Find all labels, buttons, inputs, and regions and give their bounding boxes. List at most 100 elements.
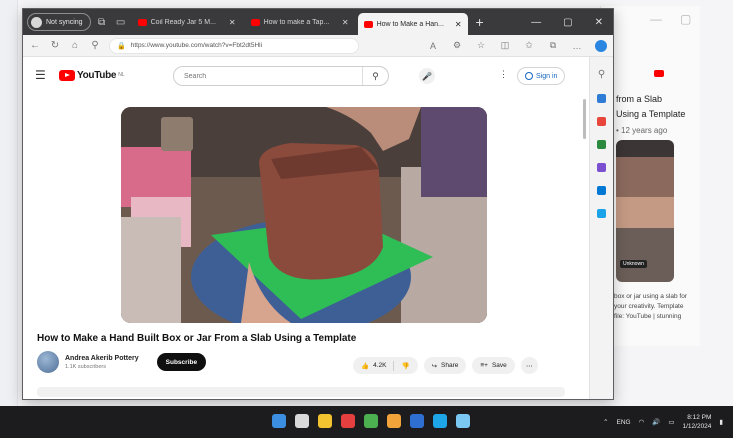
subscribe-button[interactable]: Subscribe (156, 353, 207, 371)
youtube-favicon-icon (363, 20, 373, 28)
search-input[interactable] (174, 72, 362, 80)
description-box[interactable] (37, 387, 565, 397)
sidebar-app-icon-1[interactable] (597, 94, 606, 103)
clock[interactable]: 8:12 PM 1/12/2024 (683, 413, 712, 431)
window-controls: — ▢ ✕ (531, 17, 613, 28)
page-scrollbar[interactable] (583, 99, 586, 139)
thumbnail-tag: Unknown (620, 260, 647, 268)
background-window-controls[interactable]: — ▢ (650, 12, 691, 26)
tab-bar: Not syncing ⧉ ▭ Coil Ready Jar 5 M... ✕ … (23, 9, 613, 35)
video-actions: 👍 4.2K 👎 ↪ Share ≡+ Save ⋯ (353, 357, 538, 374)
sidebar-app-icon-3[interactable] (597, 140, 606, 149)
extensions-icon[interactable]: ⚙ (451, 40, 463, 51)
close-tab-icon[interactable]: ✕ (229, 18, 236, 27)
close-tab-icon[interactable]: ✕ (455, 20, 462, 29)
sidebar-app-icon-6[interactable] (597, 209, 606, 218)
collections-icon[interactable]: ⧉ (547, 40, 559, 51)
share-arrow-icon: ↪ (431, 362, 438, 370)
clock-time: 8:12 PM (687, 414, 712, 421)
video-frame (121, 107, 487, 323)
taskbar-app-icon-3[interactable] (341, 414, 355, 428)
tab-title: How to make a Tap... (263, 18, 330, 26)
tab-title: Coil Ready Jar 5 M... (150, 18, 216, 26)
profile-label: Not syncing (46, 18, 83, 26)
profile-button[interactable]: Not syncing (27, 13, 91, 31)
wifi-icon[interactable]: ◠ (639, 418, 645, 426)
more-horizontal-icon: ⋯ (526, 362, 533, 370)
youtube-header: ☰ YouTube NL ⚲ 🎤 ⋮ Sign in (23, 57, 589, 93)
battery-icon[interactable]: ▭ (668, 418, 674, 426)
tab-actions-icon[interactable]: ▭ (113, 14, 129, 30)
tab-hand-built-box[interactable]: How to Make a Han... ✕ (357, 13, 468, 35)
sidebar-search-icon[interactable]: ⚲ (596, 69, 608, 80)
maximize-button[interactable]: ▢ (563, 17, 572, 28)
taskbar-app-icon-5[interactable] (387, 414, 401, 428)
close-window-button[interactable]: ✕ (595, 17, 603, 28)
back-arrow-icon[interactable]: ← (29, 40, 41, 51)
profile-avatar-icon (31, 16, 42, 28)
channel-name[interactable]: Andrea Akerib Pottery (65, 355, 139, 362)
like-dislike-group: 👍 4.2K 👎 (353, 357, 418, 374)
save-button[interactable]: ≡+ Save (472, 357, 515, 374)
background-video-meta: • 12 years ago (616, 126, 668, 135)
video-player[interactable] (121, 107, 487, 323)
background-video-description: box or jar using a slab for your creativ… (614, 293, 687, 320)
workspaces-icon[interactable]: ⧉ (94, 14, 110, 30)
share-button[interactable]: ↪ Share (423, 357, 467, 374)
volume-icon[interactable]: 🔊 (652, 418, 660, 426)
copilot-icon[interactable] (595, 39, 607, 52)
search-button[interactable]: ⚲ (362, 67, 388, 85)
youtube-favicon-icon (137, 18, 147, 26)
more-menu-icon[interactable]: … (571, 41, 583, 51)
like-count[interactable]: 4.2K (373, 362, 386, 369)
home-icon[interactable]: ⌂ (69, 40, 81, 51)
user-icon (525, 72, 533, 80)
favorites-icon[interactable]: ✩ (523, 40, 535, 51)
taskbar-app-icon-8[interactable] (456, 414, 470, 428)
sidebar-app-icon-4[interactable] (597, 163, 606, 172)
refresh-icon[interactable]: ↻ (49, 40, 61, 51)
sidebar-app-icon-5[interactable] (597, 186, 606, 195)
new-tab-button[interactable]: + (471, 14, 489, 30)
language-indicator[interactable]: ENG (616, 419, 630, 426)
minimize-button[interactable]: — (531, 17, 541, 28)
browser-window: Not syncing ⧉ ▭ Coil Ready Jar 5 M... ✕ … (22, 8, 614, 400)
youtube-favicon-icon (250, 18, 260, 26)
close-tab-icon[interactable]: ✕ (342, 18, 349, 27)
channel-row: Andrea Akerib Pottery 1.1K subscribers S… (37, 351, 207, 373)
taskbar-app-icon-4[interactable] (364, 414, 378, 428)
channel-avatar[interactable] (37, 351, 59, 373)
hamburger-menu-icon[interactable]: ☰ (35, 68, 51, 82)
microphone-icon[interactable]: 🎤 (419, 68, 435, 84)
taskbar-app-icon-1[interactable] (295, 414, 309, 428)
taskbar-app-icon-7[interactable] (433, 414, 447, 428)
search-icon[interactable]: ⚲ (89, 40, 101, 51)
background-video-title[interactable]: from a Slab Using a Template (616, 92, 686, 122)
url-field[interactable]: 🔒 https://www.youtube.com/watch?v=Fbt2dt… (109, 37, 359, 54)
tab-coil-jar[interactable]: Coil Ready Jar 5 M... ✕ (132, 12, 242, 32)
lock-icon[interactable]: 🔒 (117, 42, 126, 50)
split-screen-icon[interactable]: ◫ (499, 40, 511, 51)
address-bar-row: ← ↻ ⌂ ⚲ 🔒 https://www.youtube.com/watch?… (23, 35, 613, 57)
youtube-logo[interactable]: YouTube NL (59, 69, 125, 81)
taskbar-app-icon-2[interactable] (318, 414, 332, 428)
sign-in-button[interactable]: Sign in (517, 67, 566, 85)
more-actions-button[interactable]: ⋯ (520, 357, 538, 374)
taskbar-apps (272, 414, 470, 428)
taskbar-app-icon-6[interactable] (410, 414, 424, 428)
favorite-star-icon[interactable]: ☆ (475, 40, 487, 51)
thumbs-down-icon[interactable]: 👎 (401, 362, 409, 370)
thumbs-up-icon[interactable]: 👍 (361, 362, 369, 370)
background-video-thumbnail[interactable]: Unknown (616, 140, 674, 282)
tab-title: How to Make a Han... (376, 20, 444, 28)
settings-more-icon[interactable]: ⋮ (499, 69, 508, 80)
read-aloud-icon[interactable]: A (427, 41, 439, 51)
start-menu-icon[interactable] (272, 414, 286, 428)
maximize-icon[interactable]: ▢ (680, 12, 691, 26)
tray-chevron-icon[interactable]: ⌃ (603, 418, 608, 426)
notification-icon[interactable]: ▮ (719, 418, 723, 426)
sidebar-app-icon-2[interactable] (597, 117, 606, 126)
minimize-icon[interactable]: — (650, 12, 662, 26)
channel-info: Andrea Akerib Pottery 1.1K subscribers (65, 355, 139, 370)
tab-make-tap[interactable]: How to make a Tap... ✕ (245, 12, 355, 32)
